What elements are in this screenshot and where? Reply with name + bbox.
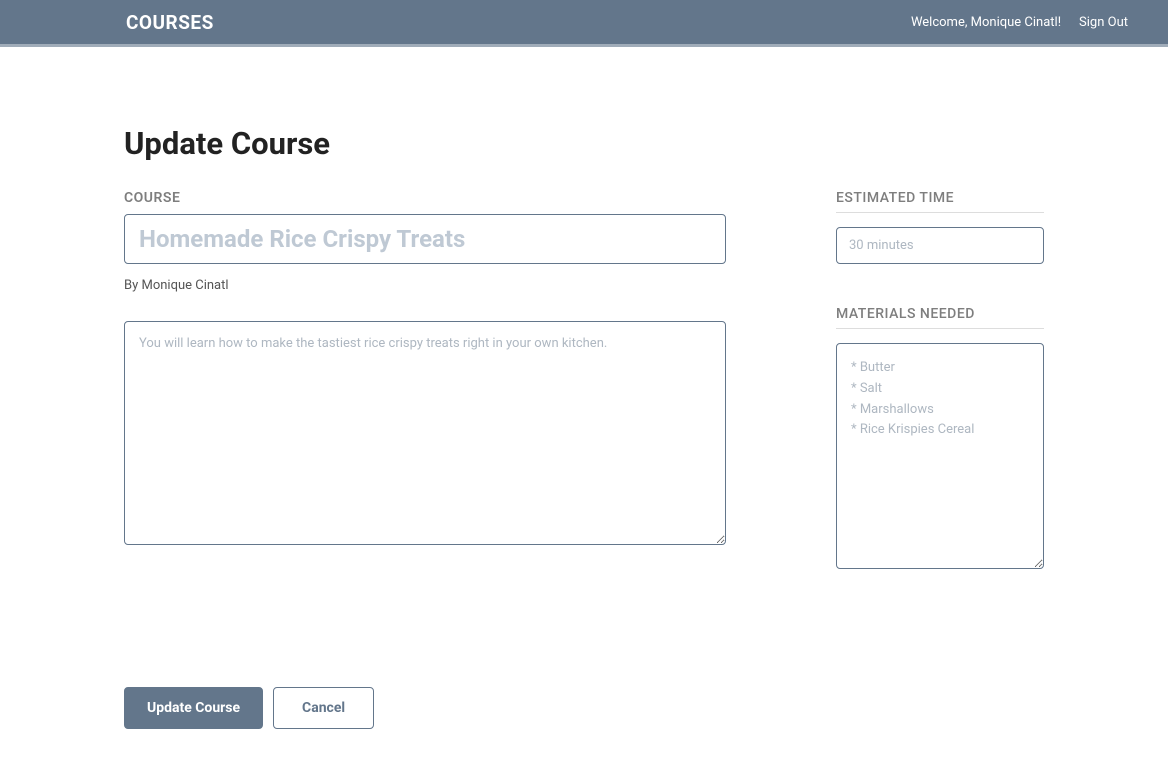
app-title[interactable]: COURSES <box>126 11 214 34</box>
left-column: COURSE By Monique Cinatl <box>124 190 726 615</box>
materials-section: MATERIALS NEEDED <box>836 306 1044 573</box>
main-container: Update Course COURSE By Monique Cinatl E… <box>114 125 1054 729</box>
welcome-text: Welcome, Monique Cinatl! <box>911 15 1061 30</box>
estimated-time-label: ESTIMATED TIME <box>836 190 1044 213</box>
estimated-time-section: ESTIMATED TIME <box>836 190 1044 264</box>
byline: By Monique Cinatl <box>124 278 726 293</box>
signout-link[interactable]: Sign Out <box>1079 15 1128 30</box>
course-title-input[interactable] <box>124 214 726 264</box>
estimated-time-input[interactable] <box>836 227 1044 264</box>
cancel-button[interactable]: Cancel <box>273 687 374 729</box>
app-header: COURSES Welcome, Monique Cinatl! Sign Ou… <box>0 0 1168 47</box>
button-row: Update Course Cancel <box>124 687 1044 729</box>
page-title: Update Course <box>124 125 1044 162</box>
course-label: COURSE <box>124 190 726 206</box>
course-description-textarea[interactable] <box>124 321 726 545</box>
materials-textarea[interactable] <box>836 343 1044 569</box>
header-right: Welcome, Monique Cinatl! Sign Out <box>911 15 1128 30</box>
right-column: ESTIMATED TIME MATERIALS NEEDED <box>836 190 1044 615</box>
form-grid: COURSE By Monique Cinatl ESTIMATED TIME … <box>124 190 1044 615</box>
materials-label: MATERIALS NEEDED <box>836 306 1044 329</box>
update-course-button[interactable]: Update Course <box>124 687 263 729</box>
